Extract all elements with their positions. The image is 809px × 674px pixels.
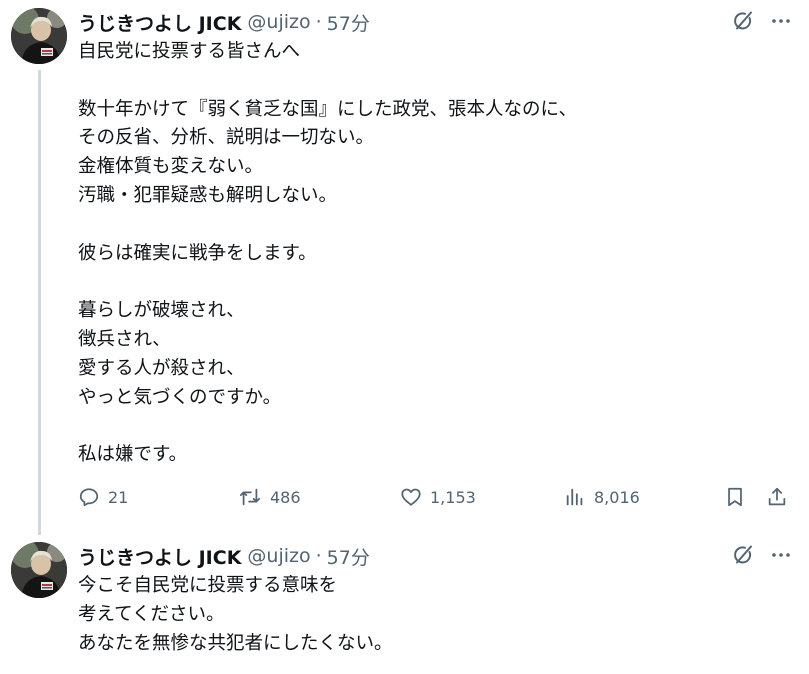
- grok-icon[interactable]: [731, 9, 755, 33]
- tweet-text-line: あなたを無惨な共犯者にしたくない。: [78, 632, 393, 654]
- tweet-text-line: [78, 412, 778, 441]
- reply-count: 21: [108, 487, 129, 507]
- tweet-text-line: [78, 268, 778, 297]
- author-name[interactable]: うじきつよし JICK: [78, 543, 241, 570]
- tweet[interactable]: うじきつよし JICK @ujizo · 57分 自民党に投票する皆さんへ 数十…: [0, 0, 809, 535]
- repost-icon: [239, 488, 261, 506]
- like-count: 1,153: [430, 487, 476, 507]
- tweet-header-actions: [731, 543, 793, 567]
- tweet-header-actions: [731, 9, 793, 33]
- tweet-header: うじきつよし JICK @ujizo · 57分: [78, 9, 370, 36]
- tweet[interactable]: うじきつよし JICK @ujizo · 57分 今こそ自民党に投票する意味を …: [0, 530, 809, 674]
- more-icon[interactable]: [769, 543, 793, 567]
- tweet-text-line: やっと気づくのですか。: [78, 386, 282, 408]
- avatar[interactable]: [11, 542, 67, 598]
- tweet-text-line: 私は嫌です。: [78, 444, 188, 466]
- timestamp[interactable]: 57分: [327, 9, 370, 36]
- thread-line: [38, 70, 41, 535]
- tweet-text-line: その反省、分析、説明は一切ない。: [78, 127, 375, 149]
- reply-button[interactable]: 21: [78, 483, 128, 511]
- views-count: 8,016: [594, 487, 640, 507]
- tweet-text: 自民党に投票する皆さんへ 数十年かけて『弱く貧乏な国』にした政党、張本人なのに、…: [78, 38, 778, 470]
- grok-icon[interactable]: [731, 543, 755, 567]
- separator-dot: ·: [315, 11, 322, 33]
- tweet-text-line: 汚職・犯罪疑惑も解明しない。: [78, 184, 338, 206]
- tweet-text-line: [78, 67, 778, 96]
- tweet-text-line: 金権体質も変えない。: [78, 156, 264, 178]
- reply-icon: [79, 488, 99, 507]
- bookmark-icon: [728, 487, 742, 507]
- timestamp[interactable]: 57分: [327, 543, 370, 570]
- author-handle[interactable]: @ujizo: [247, 545, 310, 567]
- tweet-text-line: 愛する人が殺され、: [78, 357, 245, 379]
- tweet-text-line: 彼らは確実に戦争をします。: [78, 242, 317, 264]
- tweet-header: うじきつよし JICK @ujizo · 57分: [78, 543, 370, 570]
- share-button[interactable]: [766, 483, 788, 511]
- more-icon[interactable]: [769, 9, 793, 33]
- tweet-text-line: 自民党に投票する皆さんへ: [78, 41, 301, 62]
- like-button[interactable]: 1,153: [400, 483, 476, 511]
- tweet-text-line: 数十年かけて『弱く貧乏な国』にした政党、張本人なのに、: [78, 98, 577, 120]
- bookmark-button[interactable]: [724, 483, 746, 511]
- like-icon: [401, 488, 421, 506]
- views-button[interactable]: 8,016: [564, 483, 640, 511]
- tweet-text-line: 徴兵され、: [78, 328, 171, 350]
- author-name[interactable]: うじきつよし JICK: [78, 9, 241, 36]
- separator-dot: ·: [315, 545, 322, 567]
- avatar[interactable]: [11, 8, 67, 64]
- views-icon: [566, 488, 583, 506]
- share-icon: [768, 487, 786, 506]
- author-handle[interactable]: @ujizo: [247, 11, 310, 33]
- tweet-actions: 21 486 1,153 8,016: [78, 483, 794, 511]
- tweet-text: 今こそ自民党に投票する意味を 考えてください。 あなたを無惨な共犯者にしたくない…: [78, 572, 778, 658]
- tweet-text-line: 暮らしが破壊され、: [78, 300, 245, 322]
- tweet-text-line: [78, 211, 778, 240]
- repost-button[interactable]: 486: [238, 483, 301, 511]
- tweet-text-line: 考えてください。: [78, 603, 225, 625]
- tweet-text-line: 今こそ自民党に投票する意味を: [78, 575, 338, 596]
- repost-count: 486: [270, 487, 301, 507]
